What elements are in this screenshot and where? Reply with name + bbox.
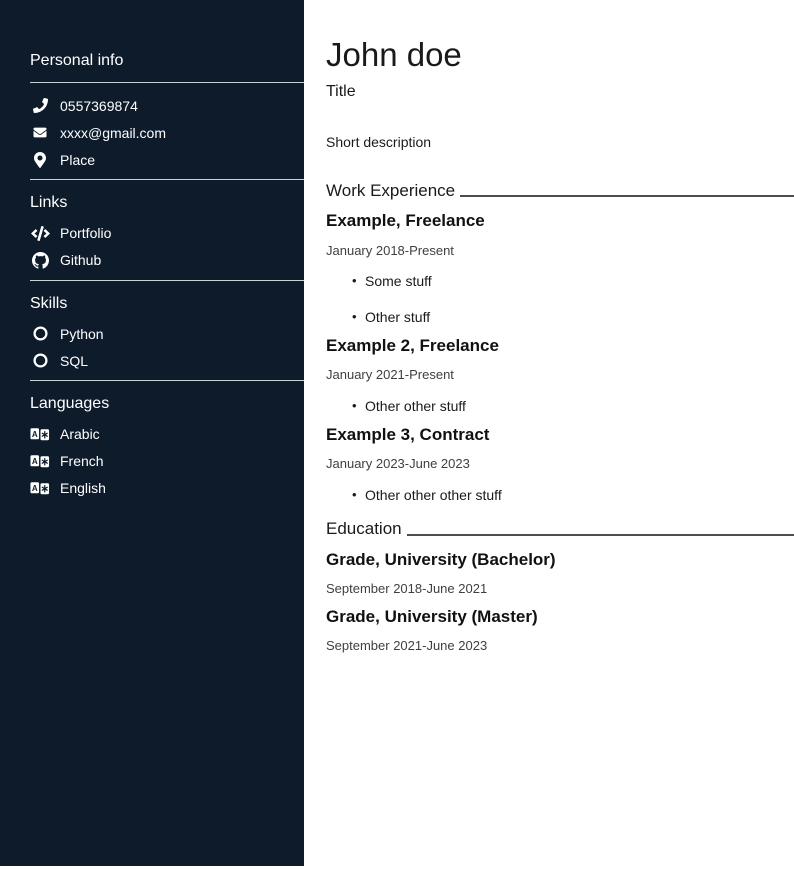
section-header: Education	[326, 519, 794, 539]
entry-bullets: Some stuff Other stuff	[326, 273, 794, 326]
entry-date: January 2023-June 2023	[326, 456, 794, 472]
entry-bullets: Other other other stuff	[326, 487, 794, 504]
entry-date: September 2018-June 2021	[326, 581, 794, 597]
bullet-item: Other stuff	[352, 309, 794, 326]
sidebar-divider	[30, 380, 304, 381]
section-education: Education Grade, University (Bachelor) S…	[326, 519, 794, 653]
section-work-experience: Work Experience Example, Freelance Janua…	[326, 181, 794, 504]
entry-title: Example 3, Contract	[326, 425, 794, 445]
language-arabic-label: Arabic	[60, 426, 100, 442]
svg-text:A: A	[32, 456, 38, 465]
entry-title: Grade, University (Bachelor)	[326, 550, 794, 570]
contact-phone: 0557369874	[30, 97, 304, 114]
contact-email-label: xxxx@gmail.com	[60, 125, 166, 141]
contact-phone-label: 0557369874	[60, 98, 138, 114]
entry-date: September 2021-June 2023	[326, 638, 794, 654]
skill-python-label: Python	[60, 326, 104, 342]
language-french: A French	[30, 453, 304, 470]
language-french-label: French	[60, 453, 104, 469]
language-arabic: A Arabic	[30, 426, 304, 443]
bullet-item: Other other other stuff	[352, 487, 794, 504]
bullet-item: Some stuff	[352, 273, 794, 290]
section-rule	[407, 534, 794, 536]
skill-sql-label: SQL	[60, 353, 88, 369]
circle-icon	[30, 326, 50, 341]
section-rule	[460, 195, 794, 197]
svg-text:A: A	[32, 429, 38, 438]
circle-icon	[30, 353, 50, 368]
entry-bullets: Other other stuff	[326, 398, 794, 415]
sidebar-section-title-personal-info: Personal info	[30, 52, 304, 70]
sidebar-section-title-skills: Skills	[30, 295, 304, 313]
sidebar: Personal info 0557369874 xxxx@gmail.com …	[0, 0, 304, 866]
code-icon	[30, 226, 50, 241]
short-description: Short description	[326, 134, 794, 150]
contact-email[interactable]: xxxx@gmail.com	[30, 124, 304, 141]
section-heading-work-experience: Work Experience	[326, 181, 460, 201]
contact-place-label: Place	[60, 152, 95, 168]
entry-date: January 2018-Present	[326, 243, 794, 259]
entry-date: January 2021-Present	[326, 367, 794, 383]
work-entry: Example 2, Freelance January 2021-Presen…	[326, 336, 794, 415]
contact-place: Place	[30, 151, 304, 168]
link-github-label: Github	[60, 252, 101, 268]
entry-title: Grade, University (Master)	[326, 607, 794, 627]
sidebar-divider	[30, 179, 304, 180]
education-entry: Grade, University (Bachelor) September 2…	[326, 550, 794, 597]
sidebar-section-title-links: Links	[30, 194, 304, 212]
language-english: A English	[30, 480, 304, 497]
language-icon: A	[30, 481, 50, 496]
skill-python: Python	[30, 325, 304, 342]
resume-main: John doe Title Short description Work Ex…	[304, 0, 794, 869]
map-marker-icon	[30, 152, 50, 168]
entry-title: Example, Freelance	[326, 211, 794, 231]
skill-sql: SQL	[30, 352, 304, 369]
person-name: John doe	[326, 36, 794, 74]
link-portfolio[interactable]: Portfolio	[30, 225, 304, 242]
language-icon: A	[30, 454, 50, 469]
svg-text:A: A	[32, 483, 38, 492]
sidebar-divider	[30, 280, 304, 281]
work-entry: Example, Freelance January 2018-Present …	[326, 211, 794, 326]
link-github[interactable]: Github	[30, 252, 304, 269]
entry-title: Example 2, Freelance	[326, 336, 794, 356]
bullet-item: Other other stuff	[352, 398, 794, 415]
github-icon	[30, 252, 50, 269]
education-entry: Grade, University (Master) September 202…	[326, 607, 794, 654]
sidebar-divider	[30, 82, 304, 83]
work-entry: Example 3, Contract January 2023-June 20…	[326, 425, 794, 504]
envelope-icon	[30, 126, 50, 139]
section-header: Work Experience	[326, 181, 794, 201]
link-portfolio-label: Portfolio	[60, 225, 111, 241]
language-icon: A	[30, 427, 50, 442]
phone-icon	[30, 98, 50, 113]
section-heading-education: Education	[326, 519, 407, 539]
language-english-label: English	[60, 480, 106, 496]
person-job-title: Title	[326, 83, 794, 101]
sidebar-section-title-languages: Languages	[30, 395, 304, 413]
